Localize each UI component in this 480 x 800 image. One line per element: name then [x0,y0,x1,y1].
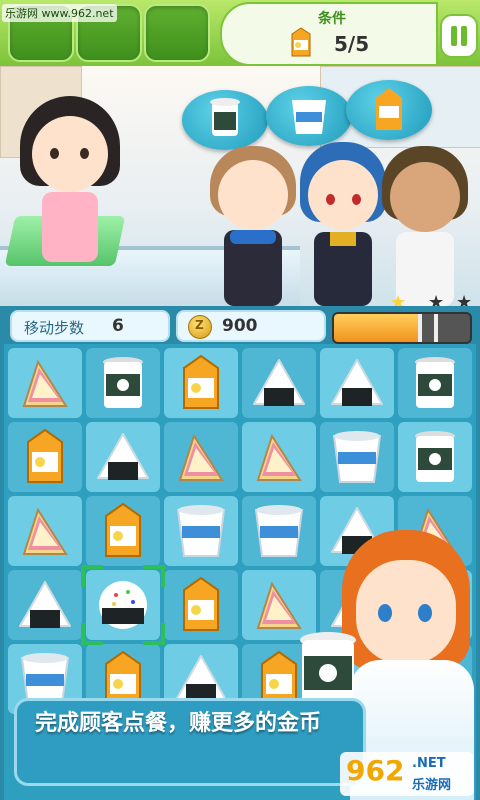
board-cell[interactable] [320,422,394,492]
board-cell[interactable] [8,348,82,418]
score-progress-bar [332,312,472,344]
board-cell[interactable] [164,348,238,418]
order-bubble-2 [266,86,352,146]
tip-text: 完成顾客点餐，赚更多的金币 [35,711,322,736]
coffee-icon [415,431,455,482]
pause-icon [451,26,457,46]
shop-clerk [20,96,120,266]
sandwich-icon [256,433,302,481]
score-progress-fill [334,314,419,342]
watermark: 乐游网 www.962.net [2,4,117,22]
customer-3[interactable] [382,146,468,306]
milk-icon [105,502,141,557]
customer-1[interactable] [210,146,296,306]
onigiri-icon [331,359,383,406]
sandwich-icon [178,433,224,481]
board-cell[interactable] [8,570,82,640]
board-cell[interactable] [8,496,82,566]
noodle-icon [254,505,304,557]
noodle-icon [332,431,382,483]
coins-value: 900 [222,316,258,336]
selection-frame [81,565,165,645]
board-cell[interactable] [398,348,472,418]
coins-panel: Z 900 [176,310,326,342]
order-bubble-1 [182,90,268,150]
tip-bubble: 完成顾客点餐，赚更多的金币 [14,698,366,786]
coin-icon: Z [188,315,212,339]
condition-panel: 条件 5/5 [220,2,438,66]
milk-carton-icon [291,27,311,57]
condition-progress: 5/5 [334,32,370,56]
board-cell[interactable] [86,422,160,492]
onigiri-icon [97,433,149,480]
board-cell[interactable] [398,422,472,492]
mascot-girl [356,560,456,664]
board-cell[interactable] [8,422,82,492]
condition-title: 条件 [318,11,346,27]
milk-icon [183,576,219,631]
board-cell[interactable] [86,496,160,566]
pause-button[interactable] [440,14,478,58]
onigiri-icon [19,581,71,628]
board-cell[interactable] [242,496,316,566]
customer-2[interactable] [300,142,386,306]
order-bubble-3 [346,80,432,140]
board-cell[interactable] [86,348,160,418]
board-cell[interactable] [320,348,394,418]
site-logo: 962 .NET 乐游网 [340,752,474,796]
status-bar: 移动步数 6 Z 900 [0,306,480,344]
milk-icon [27,428,63,483]
board-cell[interactable] [242,348,316,418]
booster-slot-3[interactable] [144,4,210,62]
top-bar: 乐游网 www.962.net 条件 5/5 [0,0,480,66]
coffee-icon [103,357,143,408]
sandwich-icon [22,359,68,407]
moves-value: 6 [112,316,124,336]
sandwich-icon [22,507,68,555]
board-cell[interactable] [164,496,238,566]
moves-label: 移动步数 [24,319,85,337]
onigiri-icon [253,359,305,406]
board-cell[interactable] [164,422,238,492]
coffee-icon [415,357,455,408]
moves-panel: 移动步数 6 [10,310,170,342]
shop-scene [0,66,480,306]
milk-icon [183,354,219,409]
noodle-icon [176,505,226,557]
board-cell[interactable] [242,422,316,492]
board-cell[interactable] [164,570,238,640]
